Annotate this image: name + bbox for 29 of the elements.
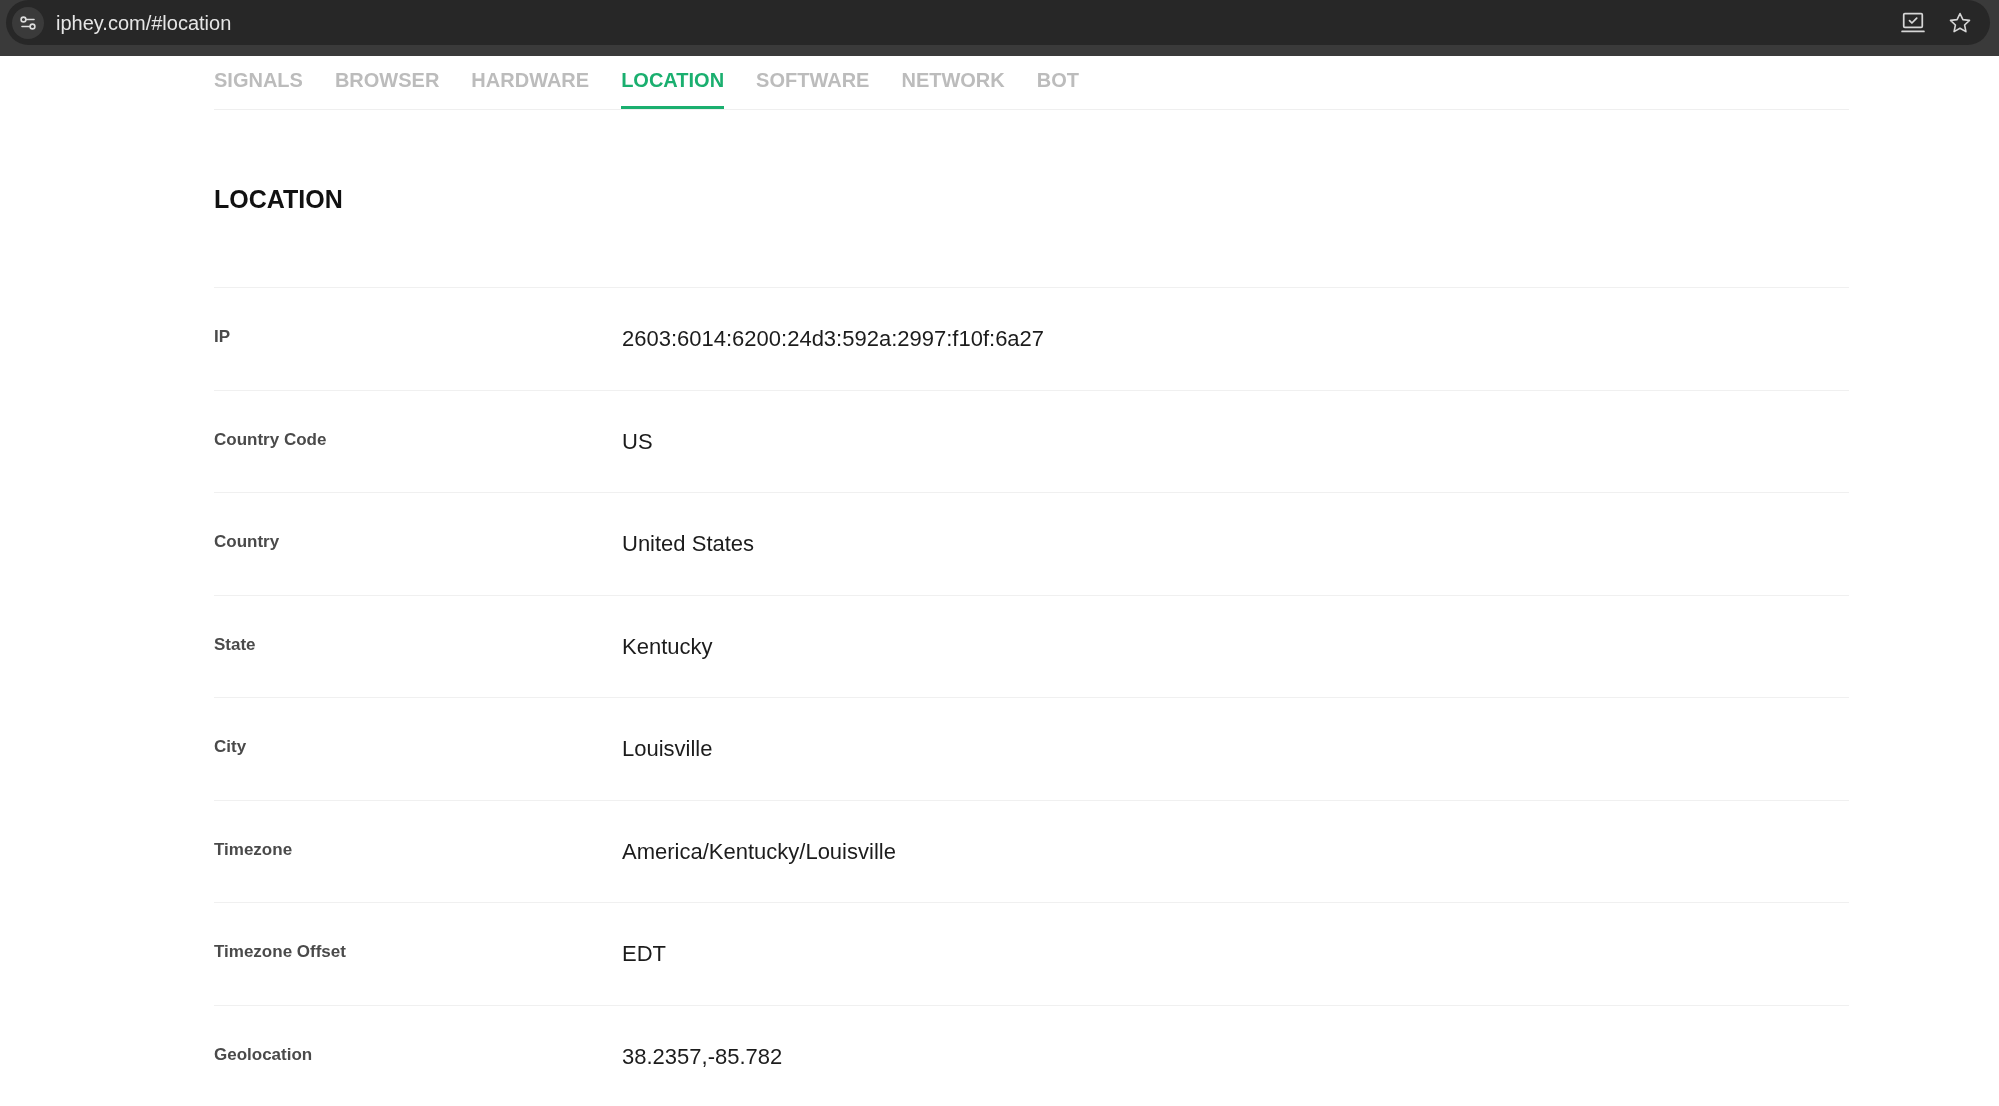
- field-value: EDT: [622, 941, 666, 967]
- field-label: Country: [214, 532, 280, 551]
- field-value: Louisville: [622, 736, 713, 762]
- tab[interactable]: HARDWARE: [471, 68, 590, 109]
- field-label: IP: [214, 327, 231, 346]
- tab[interactable]: BOT: [1036, 68, 1079, 109]
- field-label: Geolocation: [214, 1044, 313, 1064]
- field-value: 2603:6014:6200:24d3:592a:2997:f10f:6a27: [622, 326, 1045, 352]
- field-value: America/Kentucky/Louisville: [622, 838, 896, 865]
- field-value: Kentucky: [622, 633, 713, 660]
- laptop-check-icon[interactable]: [1901, 11, 1925, 34]
- field-label: Country Code: [214, 429, 327, 449]
- tab[interactable]: BROWSER: [334, 68, 440, 109]
- section-title: LOCATION: [214, 184, 343, 214]
- tab[interactable]: SOFTWARE: [756, 68, 870, 109]
- field-value: United States: [622, 531, 755, 557]
- sliders-icon[interactable]: [12, 6, 44, 39]
- star-icon[interactable]: [1949, 11, 1971, 34]
- tab[interactable]: SIGNALS: [214, 68, 303, 109]
- url-text[interactable]: iphey.com/#location: [56, 10, 232, 35]
- field-label: City: [214, 737, 247, 756]
- field-label: State: [214, 634, 256, 654]
- tab[interactable]: LOCATION: [621, 68, 725, 109]
- field-value: US: [622, 428, 653, 455]
- tab[interactable]: NETWORK: [901, 68, 1005, 109]
- field-label: Timezone Offset: [214, 942, 346, 961]
- field-label: Timezone: [214, 839, 293, 859]
- field-value: 38.2357,-85.782: [622, 1043, 783, 1070]
- address-bar[interactable]: iphey.com/#location: [6, 0, 1990, 45]
